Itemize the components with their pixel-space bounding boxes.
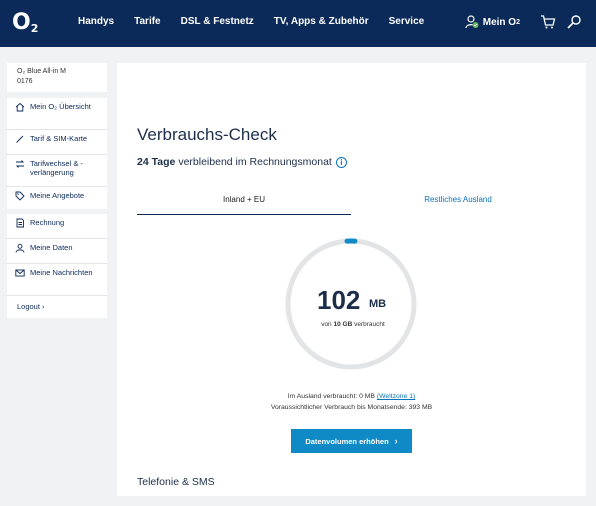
sidebar-item-mein-o2-uebersicht[interactable]: Mein O₂ Übersicht <box>7 98 107 130</box>
increase-data-button[interactable]: Datenvolumen erhöhen › <box>291 429 412 453</box>
forecast-usage: Voraussichtlicher Verbrauch bis Monatsen… <box>270 404 433 411</box>
mein-o2-sub: 2 <box>516 18 520 26</box>
mail-icon <box>15 269 25 277</box>
mein-o2-label: Mein O <box>482 16 517 28</box>
account-number: 0176 <box>17 77 33 85</box>
top-header: O2 Handys Tarife DSL & Festnetz TV, Apps… <box>0 0 596 47</box>
sidebar-item-tarifwechsel[interactable]: Tarifwechsel & -verlängerung <box>7 155 107 187</box>
usage-of-total: von 10 GB verbraucht <box>307 321 399 328</box>
header-actions: Mein O2 <box>465 14 582 30</box>
nav-tv-apps-zubehoer[interactable]: TV, Apps & Zubehör <box>274 16 369 27</box>
sidebar-item-tarif-sim[interactable]: Tarif & SIM-Karte <box>7 130 107 155</box>
remaining-days-text: verbleibend im Rechnungsmonat <box>178 156 332 168</box>
remaining-days: 24 Tage verbleibend im Rechnungsmonat i <box>137 156 347 168</box>
nav-handys[interactable]: Handys <box>78 16 114 27</box>
mein-o2-link[interactable]: Mein O2 <box>465 15 520 29</box>
abroad-usage: Im Ausland verbraucht: 0 MB (Weltzone 1) <box>117 393 586 400</box>
invoice-icon <box>16 218 24 228</box>
usage-value: 102 <box>317 285 361 315</box>
sidebar-item-label: Meine Daten <box>30 243 73 252</box>
usage-of-prefix: von <box>321 321 332 328</box>
sidebar-item-label: Mein O₂ Übersicht <box>30 102 91 111</box>
nav-tarife[interactable]: Tarife <box>134 16 161 27</box>
logout-link[interactable]: Logout › <box>17 302 45 311</box>
user-check-icon <box>465 15 479 29</box>
nav-dsl-festnetz[interactable]: DSL & Festnetz <box>181 16 254 27</box>
usage-unit: MB <box>369 298 387 310</box>
sidebar-item-label: Meine Angebote <box>30 191 85 200</box>
sidebar-item-meine-daten[interactable]: Meine Daten <box>7 239 107 264</box>
main-content: Verbrauchs-Check 24 Tage verbleibend im … <box>117 63 586 496</box>
sidebar-item-label: Meine Nachrichten <box>30 268 93 277</box>
account-card: O₂ Blue All-in M 0176 <box>7 63 107 92</box>
cart-icon[interactable] <box>540 14 556 30</box>
usage-of-suffix: verbraucht <box>354 321 385 328</box>
account-tariff: O₂ Blue All-in M <box>17 68 67 75</box>
tab-inland-eu[interactable]: Inland + EU <box>137 194 351 215</box>
sidebar-item-label: Rechnung <box>30 218 65 227</box>
sidebar-item-rechnung[interactable]: Rechnung <box>7 214 107 239</box>
user-icon <box>15 243 25 253</box>
nav-service[interactable]: Service <box>389 16 425 27</box>
tag-icon <box>15 191 25 201</box>
increase-data-label: Datenvolumen erhöhen <box>305 436 389 446</box>
logo-sub: 2 <box>30 22 39 35</box>
logo-letter: O <box>12 10 31 35</box>
remaining-days-count: 24 Tage <box>137 156 176 168</box>
exchange-icon <box>15 160 25 168</box>
page-title: Verbrauchs-Check <box>137 125 277 144</box>
sidebar-menu-secondary: Rechnung Meine Daten Meine Nachrichten L… <box>7 214 107 318</box>
weltzone-link[interactable]: (Weltzone 1) <box>377 393 415 400</box>
main-nav: Handys Tarife DSL & Festnetz TV, Apps & … <box>78 16 444 27</box>
pencil-icon <box>16 135 24 143</box>
tab-restliches-ausland[interactable]: Restliches Ausland <box>351 194 565 215</box>
search-icon[interactable] <box>566 14 582 30</box>
sidebar-item-meine-angebote[interactable]: Meine Angebote <box>7 187 107 212</box>
usage-of-amount: 10 GB <box>333 321 353 328</box>
sidebar-item-label: Tarifwechsel & -verlängerung <box>30 159 83 177</box>
section-title-telefonie: Telefonie & SMS <box>137 476 215 488</box>
sidebar-item-label: Tarif & SIM-Karte <box>30 134 88 143</box>
sidebar-item-meine-nachrichten[interactable]: Meine Nachrichten <box>7 264 107 296</box>
info-icon[interactable]: i <box>335 156 347 168</box>
chevron-right-icon: › <box>394 436 398 446</box>
home-icon <box>15 102 25 112</box>
sidebar-menu-primary: Mein O₂ Übersicht Tarif & SIM-Karte Tari… <box>7 98 107 209</box>
o2-logo[interactable]: O2 <box>12 10 39 35</box>
abroad-usage-text: Im Ausland verbraucht: 0 MB <box>287 393 375 400</box>
